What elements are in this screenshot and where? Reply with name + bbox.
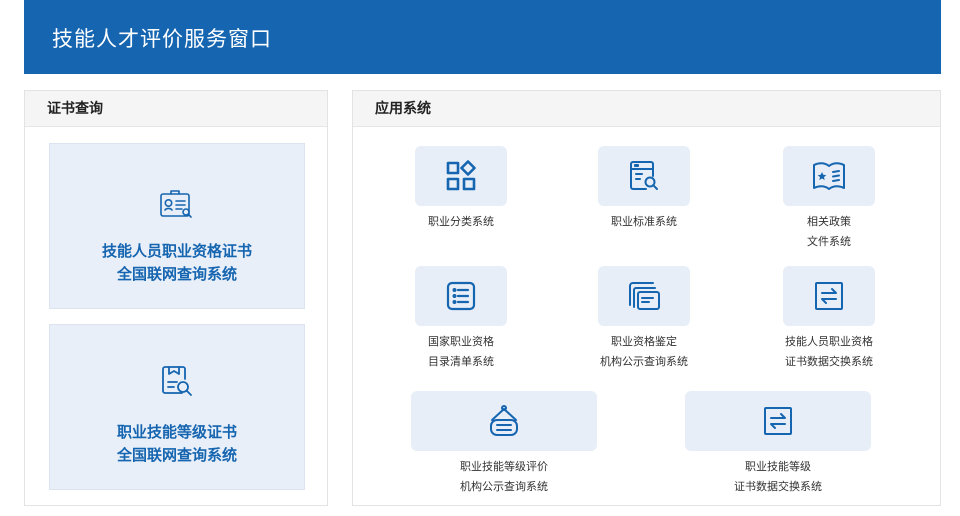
app-tile[interactable]: [685, 391, 871, 451]
app-tile[interactable]: [415, 146, 507, 206]
skill-level-certificate-query-line1: 职业技能等级证书: [116, 423, 237, 441]
app-label: 相关政策 文件系统: [807, 215, 851, 248]
policy-book-icon: [813, 162, 845, 190]
app-label: 职业标准系统: [611, 215, 677, 228]
skill-certificate-query-card[interactable]: 技能人员职业资格证书 全国联网查询系统: [49, 143, 305, 309]
certificate-query-title: 证书查询: [25, 91, 327, 127]
skill-level-certificate-query-card[interactable]: 职业技能等级证书 全国联网查询系统: [49, 324, 305, 490]
app-tile[interactable]: [411, 391, 597, 451]
skill-certificate-query-line2: 全国联网查询系统: [116, 265, 237, 283]
app-tile[interactable]: [415, 266, 507, 326]
app-label: 职业资格鉴定 机构公示查询系统: [600, 335, 688, 368]
app-systems-title: 应用系统: [353, 91, 940, 127]
page-header: 技能人才评价服务窗口: [24, 0, 941, 74]
app-label: 职业技能等级评价 机构公示查询系统: [460, 460, 548, 493]
app-tile[interactable]: [598, 266, 690, 326]
app-label: 职业技能等级 证书数据交换系统: [734, 460, 822, 493]
list-icon: [446, 281, 476, 311]
skill-level-certificate-query-line2: 全国联网查询系统: [116, 446, 237, 464]
exchange-icon: [815, 282, 843, 310]
document-search-icon: [160, 365, 194, 403]
app-tile[interactable]: [783, 266, 875, 326]
institution-sign-icon: [490, 405, 518, 436]
certificate-query-panel: 证书查询 技能人员职业资格证书 全国联网查询系统 职业技能等级证书 全国联网查询…: [24, 90, 328, 506]
exchange-icon: [764, 407, 792, 435]
category-grid-icon: [446, 160, 476, 191]
page-title: 技能人才评价服务窗口: [52, 27, 272, 51]
skill-certificate-query-line1: 技能人员职业资格证书: [101, 242, 252, 260]
app-label: 技能人员职业资格 证书数据交换系统: [785, 335, 873, 368]
app-tile[interactable]: [598, 146, 690, 206]
app-label: 国家职业资格 目录清单系统: [428, 335, 494, 368]
app-label: 职业分类系统: [428, 215, 494, 228]
app-tile[interactable]: [783, 146, 875, 206]
app-systems-panel: 应用系统 职业分类系统 职业标准系统 相关政策 文件系统 国家职业资格 目录清单…: [352, 90, 941, 506]
certificate-search-icon: [160, 190, 194, 224]
standard-search-icon: [630, 161, 658, 190]
stacked-docs-icon: [629, 282, 660, 310]
